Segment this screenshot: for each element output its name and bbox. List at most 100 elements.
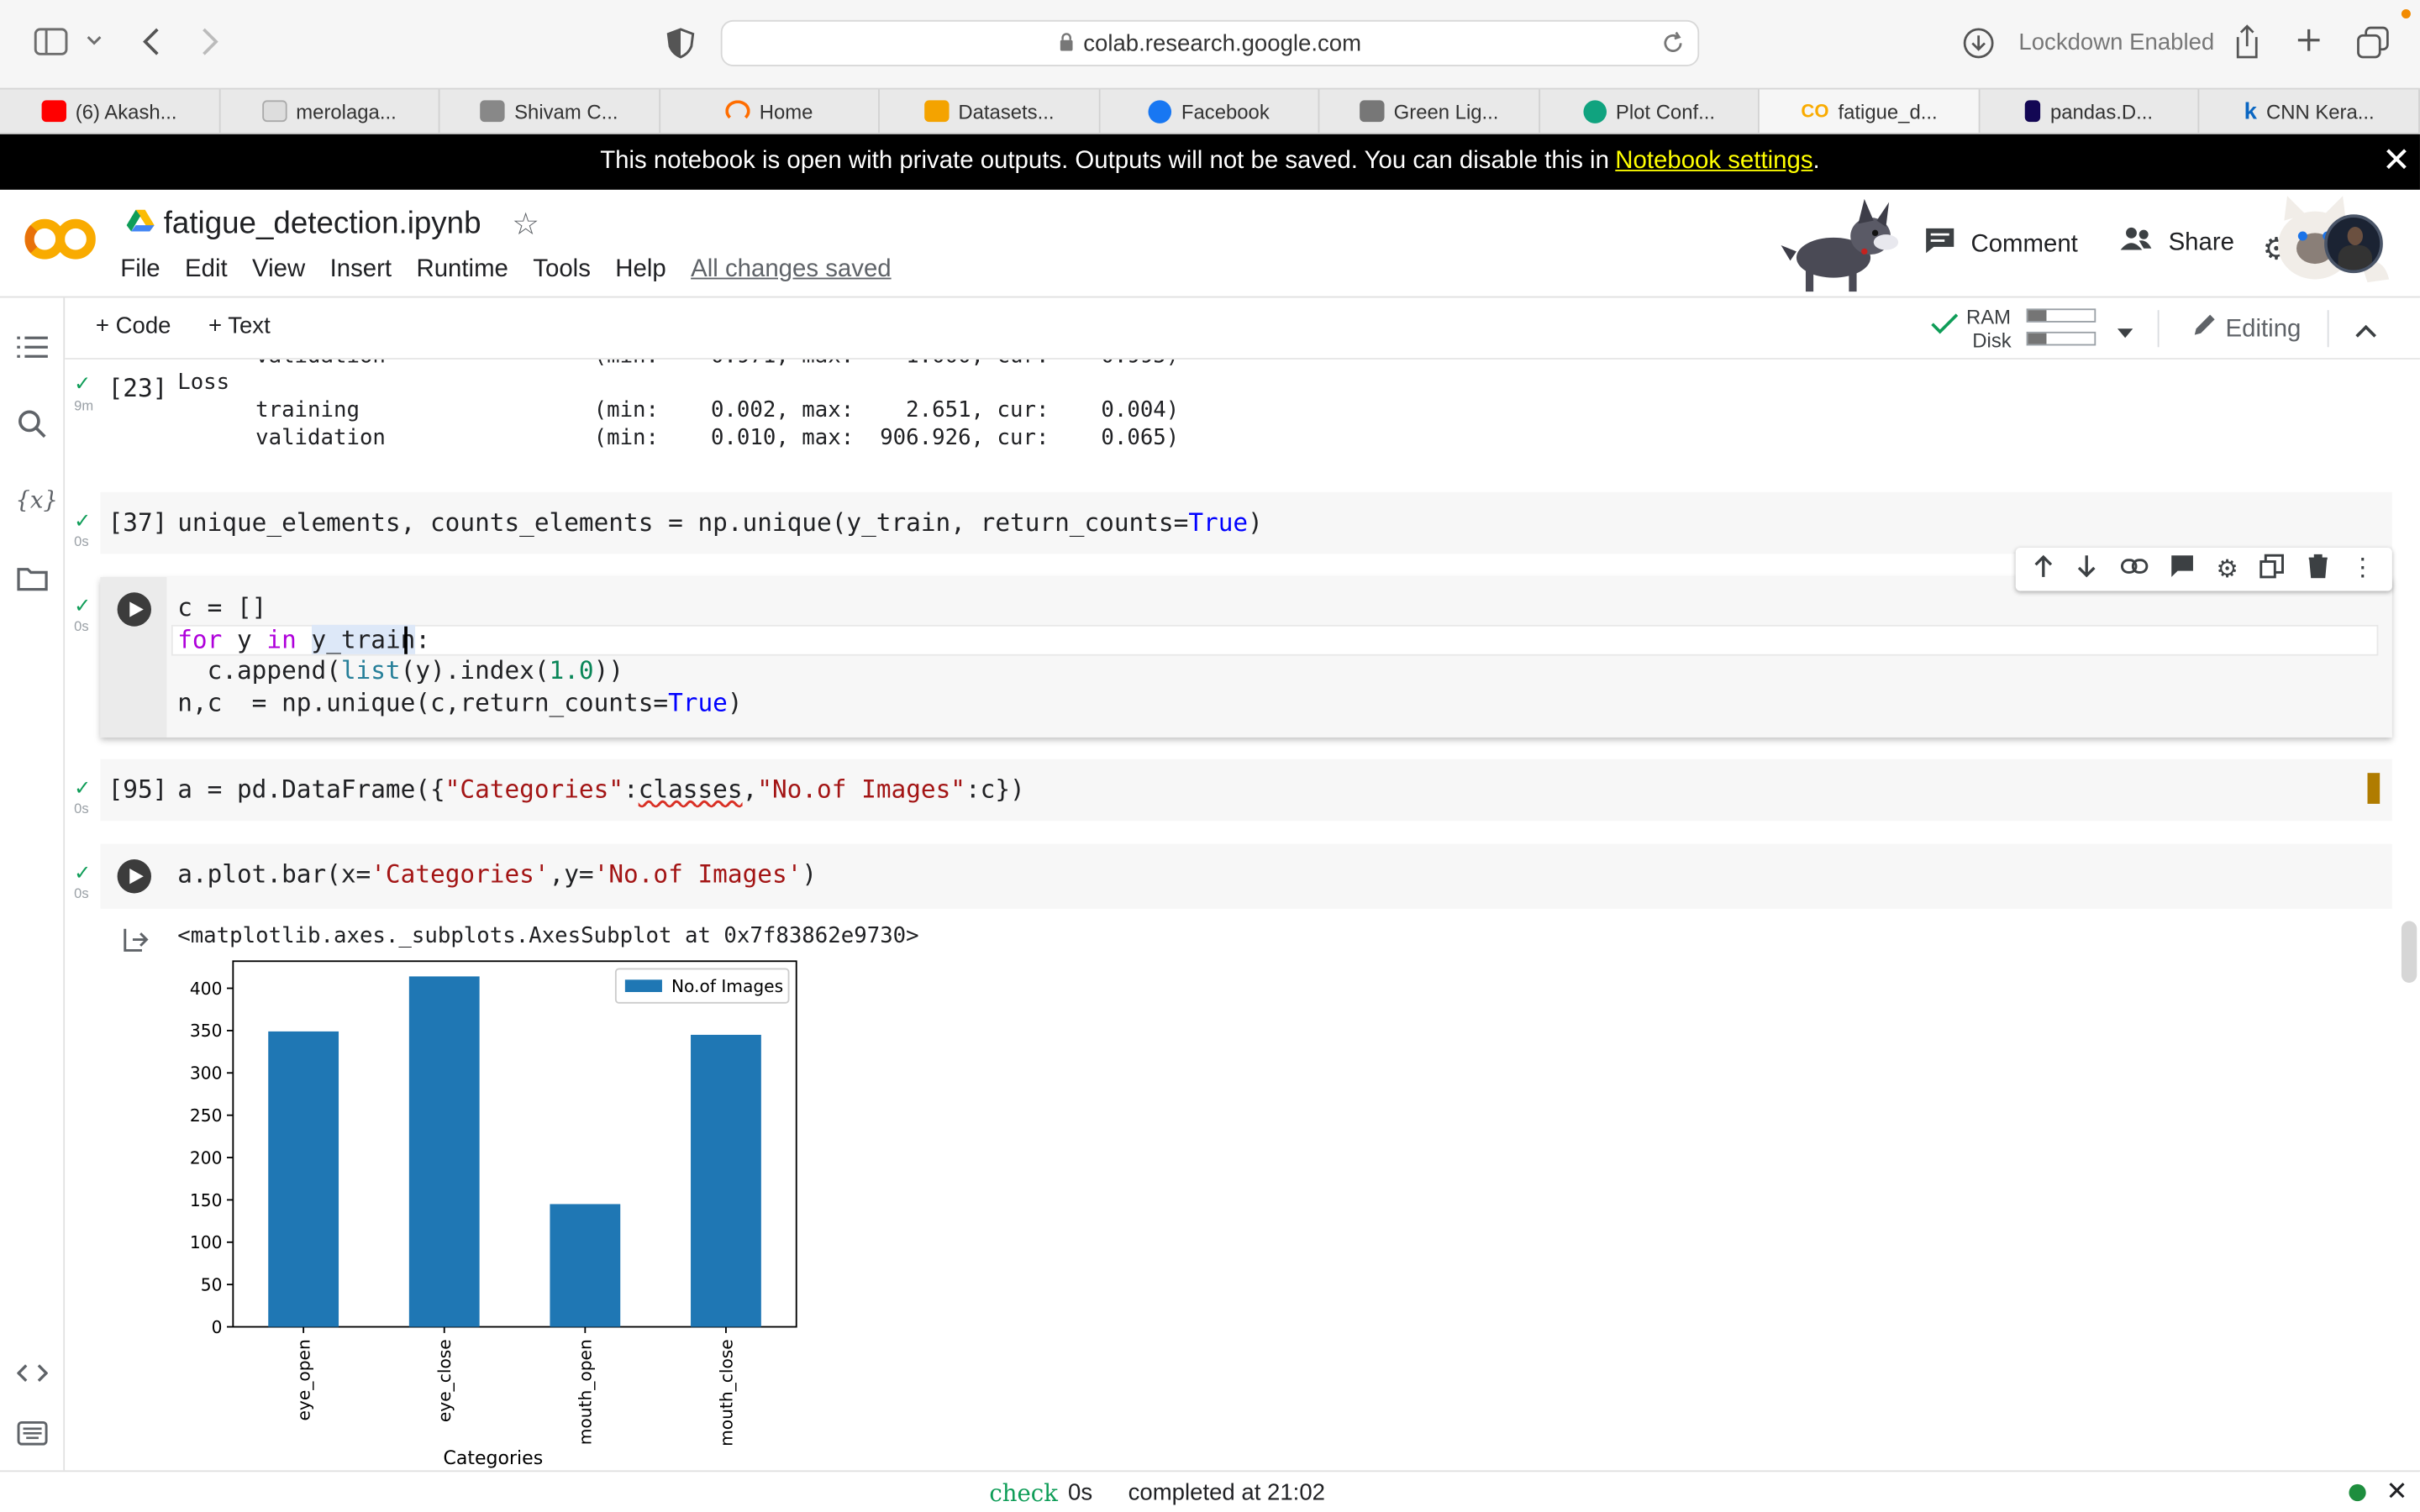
save-status[interactable]: All changes saved <box>691 256 892 284</box>
variables-icon[interactable]: {x} <box>15 486 58 514</box>
scrollbar-thumb[interactable] <box>2401 921 2417 983</box>
x-tick-label: eye_open <box>293 1339 313 1420</box>
comment-label: Comment <box>1970 230 2078 257</box>
downloads-icon[interactable] <box>1961 26 1995 60</box>
browser-tab-active[interactable]: CO fatigue_d... <box>1760 89 1981 133</box>
share-page-icon[interactable] <box>2233 24 2261 60</box>
code-line[interactable]: a = pd.DataFrame({"Categories":classes,"… <box>177 774 1025 806</box>
chevron-down-icon[interactable] <box>85 31 103 50</box>
banner-suffix: . <box>1812 148 1820 175</box>
pandas-icon <box>2025 100 2041 123</box>
code-line[interactable]: unique_elements, counts_elements = np.un… <box>177 507 1263 539</box>
sidebar-toggle-icon[interactable] <box>34 28 68 55</box>
star-icon[interactable]: ☆ <box>512 205 539 244</box>
notebook-title[interactable]: fatigue_detection.ipynb <box>164 207 481 242</box>
search-icon[interactable] <box>17 409 48 448</box>
book-icon <box>923 100 950 123</box>
notebook-body: validation (min: 0.971, max: 1.000, cur:… <box>65 359 2420 1471</box>
browser-tab[interactable]: Home <box>660 89 881 133</box>
folder-icon[interactable] <box>17 566 48 599</box>
browser-toolbar: colab.research.google.com Lockdown Enabl… <box>0 0 2420 88</box>
notebook-title-row: fatigue_detection.ipynb ☆ <box>126 205 540 244</box>
notebook-toolbar: + Code + Text RAM Disk Editing <box>65 297 2420 360</box>
legend-label: No.of Images <box>671 976 783 996</box>
cell-actions-toolbar: ⚙ ⋮ <box>2015 548 2392 591</box>
y-tick-label: 350 <box>190 1021 223 1041</box>
privacy-shield-icon[interactable] <box>666 28 695 59</box>
menu-view[interactable]: View <box>252 256 305 284</box>
editing-mode-button[interactable]: Editing <box>2191 313 2301 346</box>
browser-tab-strip: (6) Akash... merolaga... Shivam C... Hom… <box>0 87 2420 134</box>
y-tick-label: 50 <box>201 1275 223 1295</box>
reload-icon[interactable] <box>1660 31 1685 62</box>
share-button[interactable]: Share <box>2119 227 2234 260</box>
disk-meter[interactable] <box>2026 331 2096 346</box>
output-actions-icon[interactable] <box>122 927 150 960</box>
move-down-icon[interactable] <box>2076 553 2098 585</box>
tab-label: CNN Kera... <box>2265 99 2375 123</box>
browser-tab[interactable]: pandas.D... <box>1980 89 2201 133</box>
run-cell-button[interactable] <box>117 859 151 894</box>
lockdown-status[interactable]: Lockdown Enabled <box>2018 29 2214 55</box>
table-of-contents-icon[interactable] <box>17 335 48 368</box>
delete-icon[interactable] <box>2307 553 2328 585</box>
browser-tab[interactable]: merolaga... <box>220 89 440 133</box>
home-site-icon <box>725 100 750 123</box>
cell-output-partial: validation (min: 0.971, max: 1.000, cur:… <box>177 360 1179 371</box>
menu-file[interactable]: File <box>120 256 160 284</box>
cell-duration: 0s <box>74 801 89 816</box>
comment-cell-icon[interactable] <box>2170 553 2194 585</box>
browser-tab[interactable]: Facebook <box>1100 89 1320 133</box>
browser-tab[interactable]: Green Lig... <box>1320 89 1540 133</box>
run-cell-button[interactable] <box>117 592 151 627</box>
browser-tab[interactable]: Datasets... <box>880 89 1101 133</box>
browser-tab[interactable]: k CNN Kera... <box>2200 89 2420 133</box>
browser-tab[interactable]: Plot Conf... <box>1540 89 1760 133</box>
cell-output-line: validation (min: 0.010, max: 906.926, cu… <box>177 425 1180 451</box>
mirror-cell-icon[interactable] <box>2260 553 2285 585</box>
add-text-button[interactable]: + Text <box>208 313 271 339</box>
colab-logo[interactable] <box>24 218 96 269</box>
chatgpt-icon <box>1583 99 1607 123</box>
menu-help[interactable]: Help <box>615 256 666 284</box>
browser-tab[interactable]: (6) Akash... <box>0 89 220 133</box>
close-icon[interactable]: ✕ <box>2382 140 2411 181</box>
url-text: colab.research.google.com <box>1083 29 1362 57</box>
code-block[interactable]: c = [] for y in y_train: c.append(list(y… <box>177 592 742 720</box>
browser-tab[interactable]: Shivam C... <box>440 89 660 133</box>
notebook-settings-link[interactable]: Notebook settings <box>1615 148 1812 176</box>
private-outputs-banner: This notebook is open with private outpu… <box>0 134 2420 190</box>
collapse-header-icon[interactable] <box>2355 319 2377 347</box>
code-line[interactable]: a.plot.bar(x='Categories',y='No.of Image… <box>177 859 817 891</box>
url-bar[interactable]: colab.research.google.com <box>720 19 1700 66</box>
comment-icon <box>1924 227 1955 262</box>
banner-text: This notebook is open with private outpu… <box>600 148 1609 175</box>
ram-label: RAM <box>1965 305 2012 329</box>
menu-runtime[interactable]: Runtime <box>416 256 508 284</box>
more-options-icon[interactable]: ⋮ <box>2350 556 2375 581</box>
pencil-icon <box>2191 313 2216 346</box>
comment-button[interactable]: Comment <box>1924 227 2078 262</box>
scroll-marker <box>2367 773 2381 804</box>
add-code-button[interactable]: + Code <box>96 313 171 339</box>
avatar[interactable] <box>2324 214 2383 274</box>
forward-icon[interactable] <box>197 26 222 57</box>
move-up-icon[interactable] <box>2033 553 2054 585</box>
cell-settings-icon[interactable]: ⚙ <box>2216 554 2238 585</box>
menu-tools[interactable]: Tools <box>533 256 591 284</box>
cell-success-check-icon: ✓ <box>74 860 92 885</box>
code-snippets-icon[interactable] <box>16 1362 49 1392</box>
new-tab-icon[interactable] <box>2295 26 2323 54</box>
menu-edit[interactable]: Edit <box>185 256 228 284</box>
tab-overview-icon[interactable] <box>2357 26 2391 60</box>
menu-insert[interactable]: Insert <box>330 256 392 284</box>
command-palette-icon[interactable] <box>17 1420 48 1454</box>
google-drive-icon <box>126 207 155 242</box>
bar-mouth_open <box>550 1204 621 1327</box>
y-tick-label: 150 <box>190 1190 223 1210</box>
ram-meter[interactable] <box>2026 308 2096 323</box>
back-icon[interactable] <box>139 26 163 57</box>
resources-dropdown-icon[interactable] <box>2117 319 2133 347</box>
link-icon[interactable] <box>2120 555 2148 583</box>
close-icon[interactable]: ✕ <box>2386 1477 2408 1508</box>
